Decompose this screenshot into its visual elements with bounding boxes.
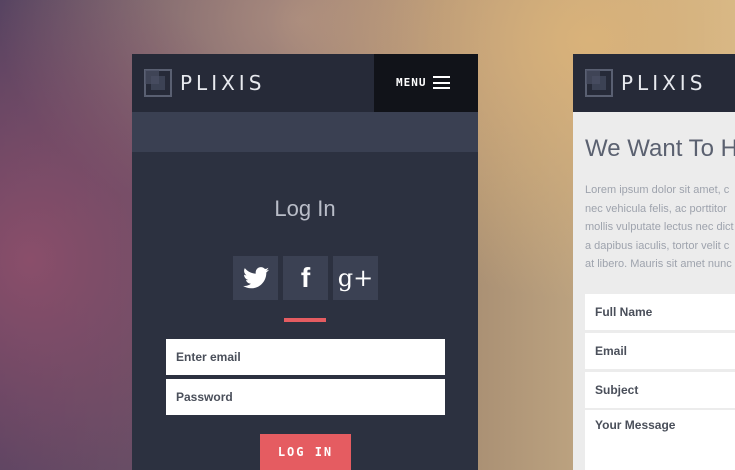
brand-name: PLIXIS <box>621 71 707 95</box>
subject-input[interactable] <box>585 372 735 408</box>
menu-button[interactable]: MENU <box>374 54 478 112</box>
logo-icon <box>585 69 613 97</box>
hamburger-icon <box>433 76 450 89</box>
facebook-icon: f <box>300 262 311 293</box>
contact-screen: PLIXIS We Want To Hea Lorem ipsum dolor … <box>573 54 735 470</box>
contact-title: We Want To Hea <box>585 135 735 162</box>
login-title: Log In <box>274 196 336 221</box>
app-header: PLIXIS MENU <box>132 54 478 112</box>
social-login-row: f g+ <box>233 256 378 300</box>
google-plus-icon: g+ <box>337 264 374 292</box>
password-input[interactable] <box>166 379 445 415</box>
description-line: mollis vulputate lectus nec dict <box>585 221 734 233</box>
app-header-right: PLIXIS <box>573 54 735 112</box>
login-button[interactable]: LOG IN <box>260 434 351 470</box>
description-line: nec vehicula felis, ac porttitor <box>585 202 727 215</box>
twitter-button[interactable] <box>233 256 278 300</box>
google-plus-button[interactable]: g+ <box>333 256 378 300</box>
email-input[interactable] <box>166 339 445 375</box>
description-line: Lorem ipsum dolor sit amet, c <box>585 184 730 196</box>
full-name-input[interactable] <box>585 294 735 330</box>
brand-name: PLIXIS <box>180 71 266 95</box>
login-screen: PLIXIS MENU Log In f g+ LOG IN <box>132 54 478 470</box>
description-line: at libero. Mauris sit amet nunc <box>585 258 732 270</box>
menu-label: MENU <box>396 76 427 89</box>
contact-email-input[interactable] <box>585 333 735 369</box>
sub-header-bar <box>132 112 478 152</box>
facebook-button[interactable]: f <box>283 256 328 300</box>
contact-description: Lorem ipsum dolor sit amet, c nec vehicu… <box>585 181 735 274</box>
message-textarea[interactable] <box>585 410 735 470</box>
accent-divider <box>284 318 326 322</box>
description-line: a dapibus iaculis, tortor velit c <box>585 239 730 252</box>
logo-icon <box>144 69 172 97</box>
twitter-icon <box>242 267 269 289</box>
